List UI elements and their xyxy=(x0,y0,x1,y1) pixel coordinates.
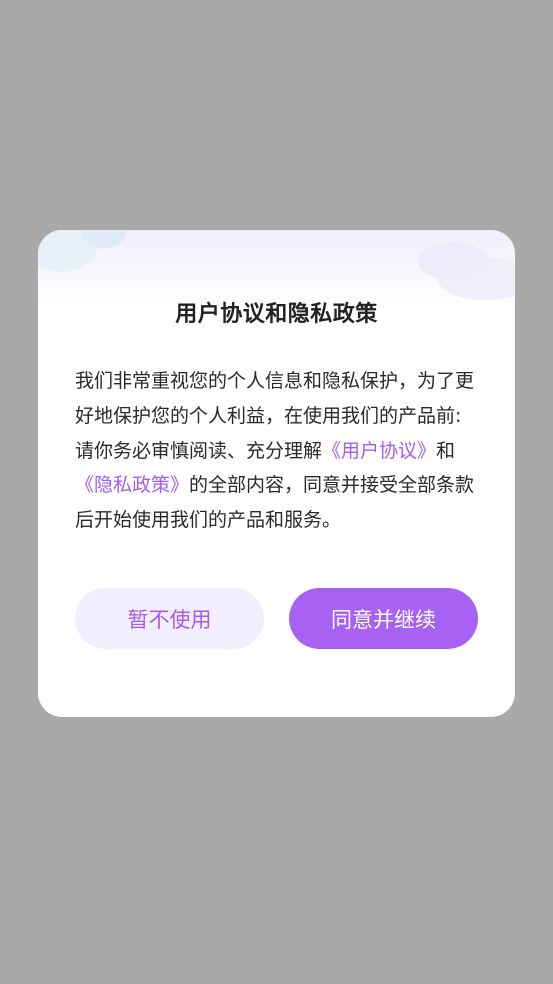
agree-continue-button[interactable]: 同意并继续 xyxy=(289,588,478,649)
decline-button[interactable]: 暂不使用 xyxy=(75,588,264,649)
agreement-text: 请你务必审慎阅读、充分理解《用户协议》和《隐私政策》的全部内容，同意并接受全部条… xyxy=(75,434,477,538)
conjunction-text: 和 xyxy=(436,439,456,462)
user-agreement-link[interactable]: 《用户协议》 xyxy=(322,440,436,462)
cloud-decoration xyxy=(438,258,515,300)
privacy-policy-link[interactable]: 《隐私政策》 xyxy=(75,474,189,496)
intro-text: 我们非常重视您的个人信息和隐私保护，为了更好地保护您的个人利益，在使用我们的产品… xyxy=(75,370,475,427)
dialog-title: 用户协议和隐私政策 xyxy=(175,302,378,327)
dialog-content: 我们非常重视您的个人信息和隐私保护，为了更好地保护您的个人利益，在使用我们的产品… xyxy=(75,364,477,538)
body-prefix: 请你务必审慎阅读、充分理解 xyxy=(75,439,323,462)
modal-overlay: 用户协议和隐私政策 我们非常重视您的个人信息和隐私保护，为了更好地保护您的个人利… xyxy=(0,0,553,984)
agreement-dialog: 用户协议和隐私政策 我们非常重视您的个人信息和隐私保护，为了更好地保护您的个人利… xyxy=(38,230,515,717)
